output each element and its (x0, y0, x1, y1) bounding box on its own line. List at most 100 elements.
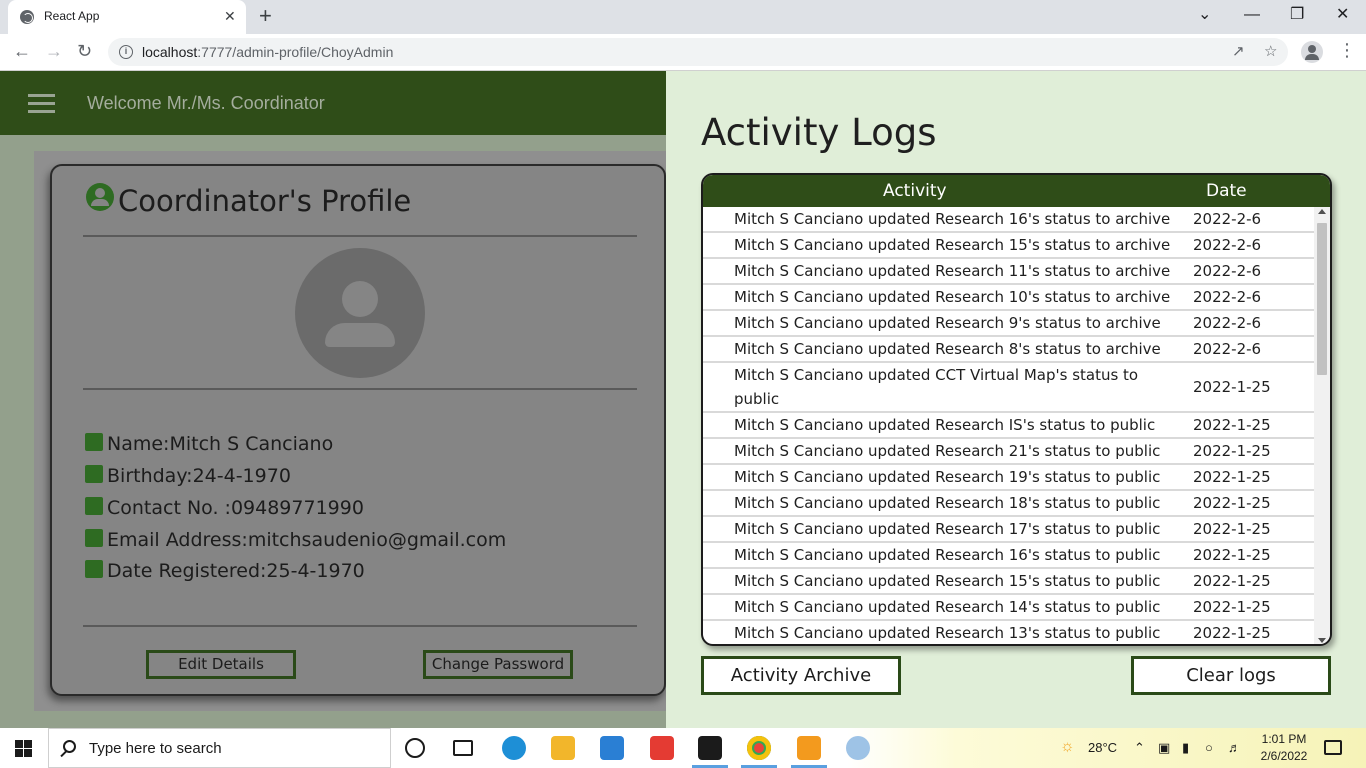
contact-card-icon (85, 497, 103, 515)
log-activity-cell: Mitch S Canciano updated Research 18's s… (734, 494, 1161, 512)
table-row: Mitch S Canciano updated Research 21's s… (703, 439, 1314, 465)
task-view-icon[interactable] (453, 740, 473, 756)
log-activity-cell: Mitch S Canciano updated Research 13's s… (734, 624, 1161, 642)
log-activity-cell: Mitch S Canciano updated Research 21's s… (734, 442, 1161, 460)
minimize-icon[interactable]: — (1244, 5, 1260, 25)
windows-start-icon[interactable] (15, 740, 32, 757)
log-activity-cell: Mitch S Canciano updated Research 11's s… (734, 262, 1171, 280)
battery-icon[interactable]: ▮ (1182, 740, 1189, 756)
weather-icon[interactable]: ☼ (1060, 738, 1075, 756)
log-activity-cell: Mitch S Canciano updated Research 9's st… (734, 314, 1161, 332)
birthday-cake-icon (85, 465, 103, 483)
tray-chevron-icon[interactable]: ⌃ (1134, 740, 1145, 756)
clock-time: 1:01 PM (1261, 732, 1307, 746)
log-date-cell: 2022-2-6 (1193, 340, 1262, 358)
tab-search-chevron-icon[interactable]: ⌄ (1198, 5, 1211, 25)
browser-menu-icon[interactable]: ⋮ (1338, 40, 1356, 61)
browser-tab-strip: React App ✕ + ⌄ — ❐ ✕ (0, 0, 1366, 34)
table-row: Mitch S Canciano updated Research 15's s… (703, 233, 1314, 259)
volume-icon[interactable]: ♬ (1228, 740, 1241, 755)
log-date-cell: 2022-1-25 (1193, 416, 1271, 434)
table-row: Mitch S Canciano updated Research 13's s… (703, 621, 1314, 644)
profile-card: Coordinator's Profile Name:Mitch S Canci… (50, 164, 666, 696)
table-scrollbar[interactable] (1314, 207, 1330, 644)
paint-icon[interactable] (846, 736, 870, 760)
bookmark-star-icon[interactable]: ☆ (1264, 42, 1277, 60)
scroll-thumb[interactable] (1317, 223, 1327, 375)
browser-tab[interactable]: React App ✕ (8, 0, 246, 34)
log-activity-cell: Mitch S Canciano updated Research 14's s… (734, 598, 1161, 616)
taskbar-clock[interactable]: 1:01 PM 2/6/2022 (1258, 731, 1310, 765)
search-icon (63, 740, 76, 753)
chrome-icon[interactable] (741, 736, 777, 768)
log-activity-cell: Mitch S Canciano updated Research 16's s… (734, 210, 1171, 228)
terminal-icon[interactable] (692, 736, 728, 768)
profile-title: Coordinator's Profile (118, 184, 412, 218)
address-bar: ← → ↻ i localhost:7777/admin-profile/Cho… (0, 34, 1366, 71)
scroll-down-icon[interactable] (1318, 638, 1326, 643)
taskbar-search-box[interactable]: Type here to search (48, 728, 391, 768)
log-date-cell: 2022-2-6 (1193, 262, 1262, 280)
welcome-text: Welcome Mr./Ms. Coordinator (87, 93, 325, 113)
wps-office-icon[interactable] (650, 736, 674, 760)
profile-field-text: Email Address:mitchsaudenio@gmail.com (107, 529, 507, 551)
email-card-icon (85, 529, 103, 547)
site-info-icon[interactable]: i (119, 45, 133, 59)
log-date-cell: 2022-2-6 (1193, 210, 1262, 228)
log-activity-cell: Mitch S Canciano updated Research 17's s… (734, 520, 1161, 538)
table-row: Mitch S Canciano updated Research 11's s… (703, 259, 1314, 285)
log-date-cell: 2022-1-25 (1193, 520, 1271, 538)
network-globe-icon[interactable]: ○ (1205, 740, 1213, 755)
file-explorer-icon[interactable] (551, 736, 575, 760)
new-tab-icon[interactable]: + (259, 5, 272, 27)
table-header: Activity Date (703, 175, 1330, 207)
log-date-cell: 2022-2-6 (1193, 236, 1262, 254)
edge-icon[interactable] (502, 736, 526, 760)
mail-icon[interactable] (600, 736, 624, 760)
notification-center-icon[interactable] (1324, 740, 1342, 755)
user-circle-icon (86, 183, 114, 211)
table-row: Mitch S Canciano updated Research 16's s… (703, 543, 1314, 569)
divider (83, 388, 637, 390)
profile-field-text: Date Registered:25-4-1970 (107, 560, 365, 582)
avatar (295, 248, 425, 378)
share-icon[interactable]: ↗ (1232, 42, 1245, 60)
log-date-cell: 2022-2-6 (1193, 288, 1262, 306)
weather-temp[interactable]: 28°C (1088, 740, 1117, 755)
restore-icon[interactable]: ❐ (1290, 5, 1304, 25)
table-row: Mitch S Canciano updated Research 18's s… (703, 491, 1314, 517)
table-row: Mitch S Canciano updated Research 19's s… (703, 465, 1314, 491)
change-password-button[interactable]: Change Password (423, 650, 573, 679)
table-body[interactable]: Mitch S Canciano updated Research 16's s… (703, 207, 1314, 644)
edit-details-button[interactable]: Edit Details (146, 650, 296, 679)
profile-avatar-icon[interactable] (1301, 41, 1323, 63)
cortana-icon[interactable] (405, 738, 425, 758)
clear-logs-button[interactable]: Clear logs (1131, 656, 1331, 695)
table-row: Mitch S Canciano updated CCT Virtual Map… (703, 363, 1314, 413)
tab-close-icon[interactable]: ✕ (224, 8, 236, 24)
log-date-cell: 2022-1-25 (1193, 546, 1271, 564)
profile-field-text: Birthday:24-4-1970 (107, 465, 291, 487)
table-row: Mitch S Canciano updated Research 8's st… (703, 337, 1314, 363)
hamburger-menu-icon[interactable] (28, 94, 55, 113)
reload-icon[interactable]: ↻ (77, 41, 92, 61)
divider (83, 235, 637, 237)
log-activity-cell: Mitch S Canciano updated Research IS's s… (734, 416, 1156, 434)
meet-now-icon[interactable]: ▣ (1158, 740, 1170, 756)
activity-logs-panel: Activity Logs Activity Date Mitch S Canc… (666, 71, 1366, 728)
column-header-date: Date (1206, 181, 1247, 201)
sublime-text-icon[interactable] (791, 736, 827, 768)
activity-archive-button[interactable]: Activity Archive (701, 656, 901, 695)
url-text[interactable]: localhost:7777/admin-profile/ChoyAdmin (142, 44, 393, 60)
back-icon[interactable]: ← (13, 41, 31, 61)
tab-title: React App (44, 9, 100, 23)
window-close-icon[interactable]: ✕ (1336, 5, 1349, 25)
forward-icon[interactable]: → (45, 41, 63, 61)
profile-pane: Welcome Mr./Ms. Coordinator Coordinator'… (0, 71, 666, 728)
table-row: Mitch S Canciano updated Research 14's s… (703, 595, 1314, 621)
log-activity-cell: Mitch S Canciano updated Research 10's s… (734, 288, 1171, 306)
omnibox[interactable]: i localhost:7777/admin-profile/ChoyAdmin… (108, 38, 1288, 66)
profile-field-text: Contact No. :09489771990 (107, 497, 364, 519)
clock-date: 2/6/2022 (1260, 749, 1308, 763)
scroll-up-icon[interactable] (1318, 209, 1326, 214)
